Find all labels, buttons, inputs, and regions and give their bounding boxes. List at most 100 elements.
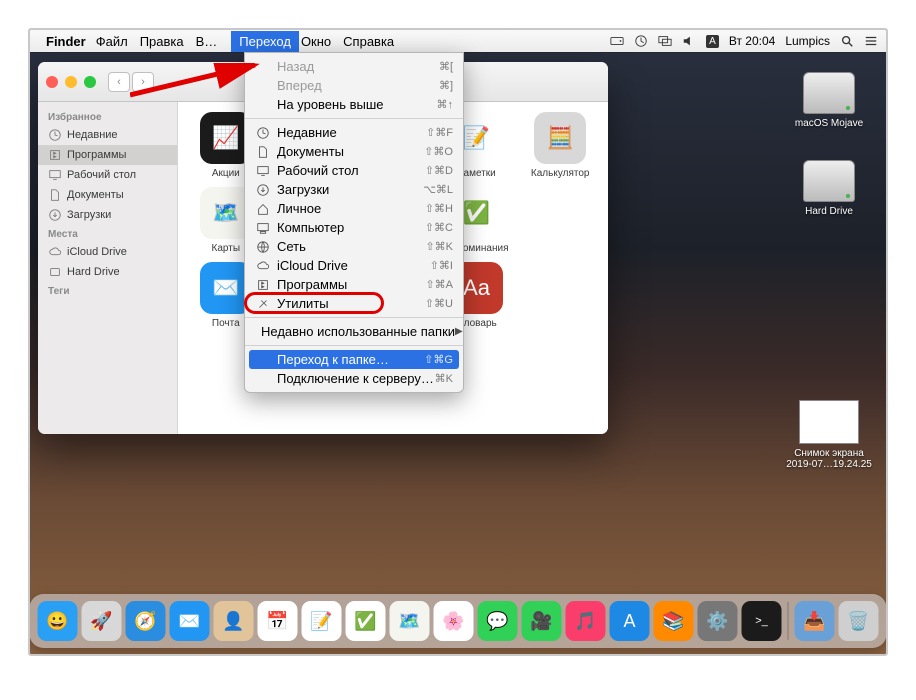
dock-finder[interactable]: 😀 xyxy=(38,601,78,641)
spotlight-icon[interactable] xyxy=(840,34,854,48)
menu-файл[interactable]: Файл xyxy=(96,34,128,49)
menu-item[interactable]: Личное⇧⌘H xyxy=(245,199,463,218)
menu-item-label: Компьютер xyxy=(277,220,425,235)
harddrive-icon xyxy=(803,160,855,202)
sidebar-item[interactable]: iCloud Drive xyxy=(38,242,177,262)
sidebar-item-label: Рабочий стол xyxy=(67,169,136,181)
menu-item-label: Недавние xyxy=(277,125,426,140)
sidebar-section-header: Теги xyxy=(38,282,177,299)
menu-item[interactable]: Компьютер⇧⌘C xyxy=(245,218,463,237)
dock-photos[interactable]: 🌸 xyxy=(434,601,474,641)
sidebar-section-header: Места xyxy=(38,225,177,242)
menu-item[interactable]: Недавние⇧⌘F xyxy=(245,123,463,142)
displays-icon[interactable] xyxy=(658,34,672,48)
clock[interactable]: Вт 20:04 xyxy=(729,34,775,48)
forward-button[interactable]: › xyxy=(132,72,154,92)
desktop-icon[interactable]: macOS Mojave xyxy=(784,72,874,129)
menu-shortcut: ⇧⌘U xyxy=(425,297,453,310)
sidebar-item[interactable]: Hard Drive xyxy=(38,262,177,282)
menu-item[interactable]: Программы⇧⌘A xyxy=(245,275,463,294)
download-icon xyxy=(48,208,62,222)
menu-правка[interactable]: Правка xyxy=(140,34,184,49)
input-source-icon[interactable]: A xyxy=(706,35,719,48)
volume-icon[interactable] xyxy=(682,34,696,48)
disk-icon xyxy=(48,265,62,279)
desktop-icon-label: Снимок экрана 2019-07…19.24.25 xyxy=(784,448,874,470)
sidebar-item-label: Hard Drive xyxy=(67,266,120,278)
desktop-icon-label: macOS Mojave xyxy=(795,118,863,129)
dock-mail[interactable]: ✉️ xyxy=(170,601,210,641)
menu-item[interactable]: Рабочий стол⇧⌘D xyxy=(245,161,463,180)
menu-item[interactable]: Сеть⇧⌘K xyxy=(245,237,463,256)
cloud-icon xyxy=(255,258,271,274)
app-label: Карты xyxy=(212,243,241,254)
menu-item[interactable]: Утилиты⇧⌘U xyxy=(245,294,463,313)
dock-safari[interactable]: 🧭 xyxy=(126,601,166,641)
dock-contacts[interactable]: 👤 xyxy=(214,601,254,641)
dock-reminders[interactable]: ✅ xyxy=(346,601,386,641)
cloud-icon xyxy=(48,245,62,259)
notification-center-icon[interactable] xyxy=(864,34,878,48)
menu-справка[interactable]: Справка xyxy=(343,34,394,49)
menu-shortcut: ⇧⌘H xyxy=(425,202,453,215)
menu-item-label: Документы xyxy=(277,144,424,159)
home-icon xyxy=(255,201,271,217)
dock-notes[interactable]: 📝 xyxy=(302,601,342,641)
dock-messages[interactable]: 💬 xyxy=(478,601,518,641)
app-icon-image: 🧮 xyxy=(534,112,586,164)
close-button[interactable] xyxy=(46,76,58,88)
dock-ibooks[interactable]: 📚 xyxy=(654,601,694,641)
menu-item[interactable]: Подключение к серверу…⌘K xyxy=(245,369,463,388)
menu-переход[interactable]: Переход xyxy=(231,31,299,52)
sidebar-item[interactable]: Недавние xyxy=(38,125,177,145)
sidebar-item[interactable]: Загрузки xyxy=(38,205,177,225)
menu-item[interactable]: iCloud Drive⇧⌘I xyxy=(245,256,463,275)
menu-item-label: Рабочий стол xyxy=(277,163,425,178)
dock-settings[interactable]: ⚙️ xyxy=(698,601,738,641)
app-label: Акции xyxy=(212,168,240,179)
app-icon[interactable]: 🧮 Калькулятор xyxy=(520,112,600,179)
dock-trash[interactable]: 🗑️ xyxy=(839,601,879,641)
dock-facetime[interactable]: 🎥 xyxy=(522,601,562,641)
go-menu-dropdown: Назад⌘[Вперед⌘]На уровень выше⌘↑Недавние… xyxy=(244,52,464,393)
timemachine-icon[interactable] xyxy=(634,34,648,48)
sidebar-item[interactable]: Документы xyxy=(38,185,177,205)
desktop-wallpaper: Finder ФайлПравкаВ…ПереходОкноСправка A … xyxy=(30,30,886,654)
desktop-icon xyxy=(255,163,271,179)
desktop-icon[interactable]: Hard Drive xyxy=(784,160,874,217)
desktop-icon[interactable]: Снимок экрана 2019-07…19.24.25 xyxy=(784,400,874,470)
app-icon xyxy=(255,277,271,293)
menu-item[interactable]: Загрузки⌥⌘L xyxy=(245,180,463,199)
dock-maps[interactable]: 🗺️ xyxy=(390,601,430,641)
menu-окно[interactable]: Окно xyxy=(301,34,331,49)
menu-shortcut: ⇧⌘A xyxy=(425,278,453,291)
harddrive-icon xyxy=(803,72,855,114)
desktop-icon xyxy=(48,168,62,182)
user-name[interactable]: Lumpics xyxy=(785,34,830,48)
sidebar-item-label: iCloud Drive xyxy=(67,246,127,258)
sidebar-item[interactable]: Рабочий стол xyxy=(38,165,177,185)
menu-item-label: Утилиты xyxy=(277,296,425,311)
dock-calendar[interactable]: 📅 xyxy=(258,601,298,641)
menu-item-label: Программы xyxy=(277,277,425,292)
dock-launchpad[interactable]: 🚀 xyxy=(82,601,122,641)
sidebar-item[interactable]: Программы xyxy=(38,145,177,165)
menu-item[interactable]: Документы⇧⌘O xyxy=(245,142,463,161)
menu-item[interactable]: Недавно использованные папки▶ xyxy=(245,322,463,341)
download-icon xyxy=(255,182,271,198)
dock-itunes[interactable]: 🎵 xyxy=(566,601,606,641)
disk-icon[interactable] xyxy=(610,34,624,48)
back-button[interactable]: ‹ xyxy=(108,72,130,92)
menu-item[interactable]: Переход к папке…⇧⌘G xyxy=(249,350,459,369)
app-label: Калькулятор xyxy=(531,168,590,179)
menu-shortcut: ⇧⌘D xyxy=(425,164,453,177)
dock-downloads[interactable]: 📥 xyxy=(795,601,835,641)
zoom-button[interactable] xyxy=(84,76,96,88)
menu-item[interactable]: На уровень выше⌘↑ xyxy=(245,95,463,114)
dock-appstore[interactable]: A xyxy=(610,601,650,641)
dock-terminal[interactable]: >_ xyxy=(742,601,782,641)
sidebar-item-label: Документы xyxy=(67,189,124,201)
menu-вид[interactable]: В… xyxy=(196,34,218,49)
minimize-button[interactable] xyxy=(65,76,77,88)
app-name[interactable]: Finder xyxy=(46,34,86,49)
